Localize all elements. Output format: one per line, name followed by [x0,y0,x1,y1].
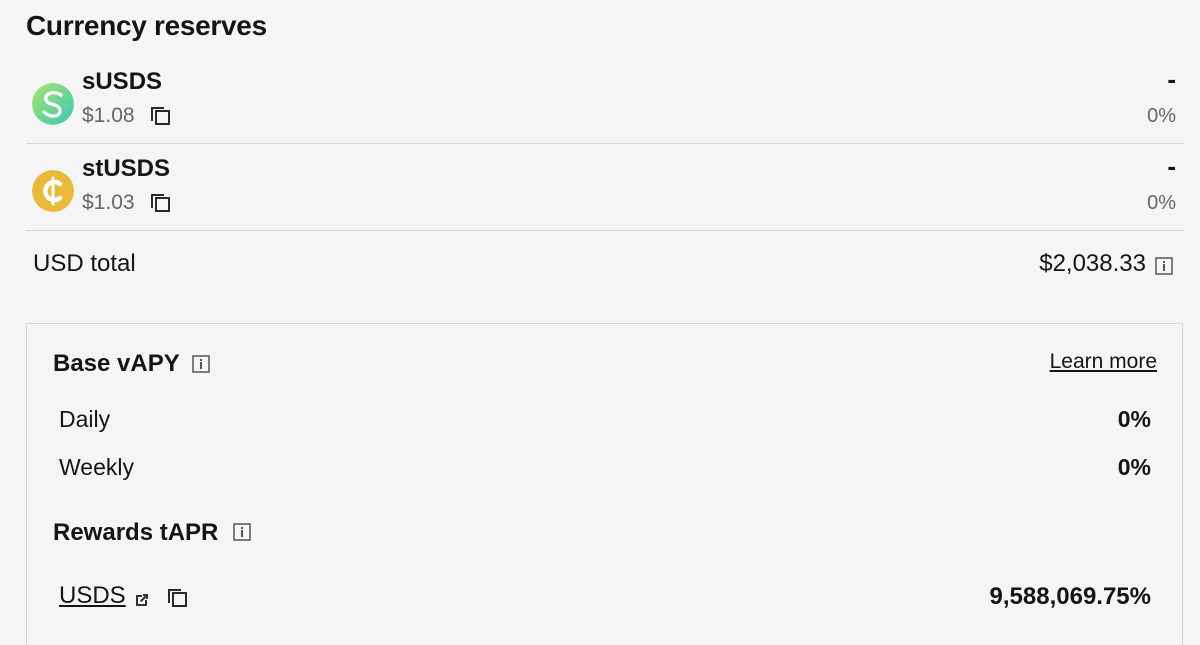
reserve-amount: - [1167,64,1176,94]
reserve-row-susds: sUSDS $1.08 - 0% [26,58,1184,144]
info-icon[interactable] [1155,257,1173,275]
yield-panel: Base vAPY Learn more Daily 0% Weekly 0% … [26,323,1183,645]
info-icon[interactable] [192,355,210,373]
currency-reserves-page: Currency reserves sUSDS $1.08 - 0% stUSD… [0,0,1200,645]
rewards-value: 9,588,069.75% [989,583,1151,610]
page-title: Currency reserves [26,10,267,41]
susds-coin-icon [32,83,74,125]
usd-total-label: USD total [33,250,136,277]
reserve-price: $1.08 [82,104,135,127]
copy-icon[interactable] [149,104,171,126]
base-vapy-title: Base vAPY [53,350,180,377]
learn-more-link[interactable]: Learn more [1050,350,1157,374]
reserve-amount: - [1167,151,1176,181]
stusds-coin-icon [32,170,74,212]
copy-icon[interactable] [166,586,188,608]
external-link-icon[interactable] [134,592,150,608]
reserve-symbol: stUSDS [82,155,171,182]
reserve-percent: 0% [1147,192,1176,214]
rewards-token-link[interactable]: USDS [59,582,126,610]
copy-icon[interactable] [149,191,171,213]
reserve-row-stusds: stUSDS $1.03 - 0% [26,145,1184,231]
rate-value-daily: 0% [1117,406,1151,432]
reserve-price: $1.03 [82,191,135,214]
reserve-percent: 0% [1147,105,1176,127]
rewards-tapr-title: Rewards tAPR [53,519,219,546]
rate-value-weekly: 0% [1117,454,1151,480]
rate-label-daily: Daily [59,406,111,432]
usd-total-value: $2,038.33 [1039,250,1146,277]
rate-label-weekly: Weekly [59,454,134,480]
reserve-symbol: sUSDS [82,68,163,95]
info-icon[interactable] [233,523,251,541]
